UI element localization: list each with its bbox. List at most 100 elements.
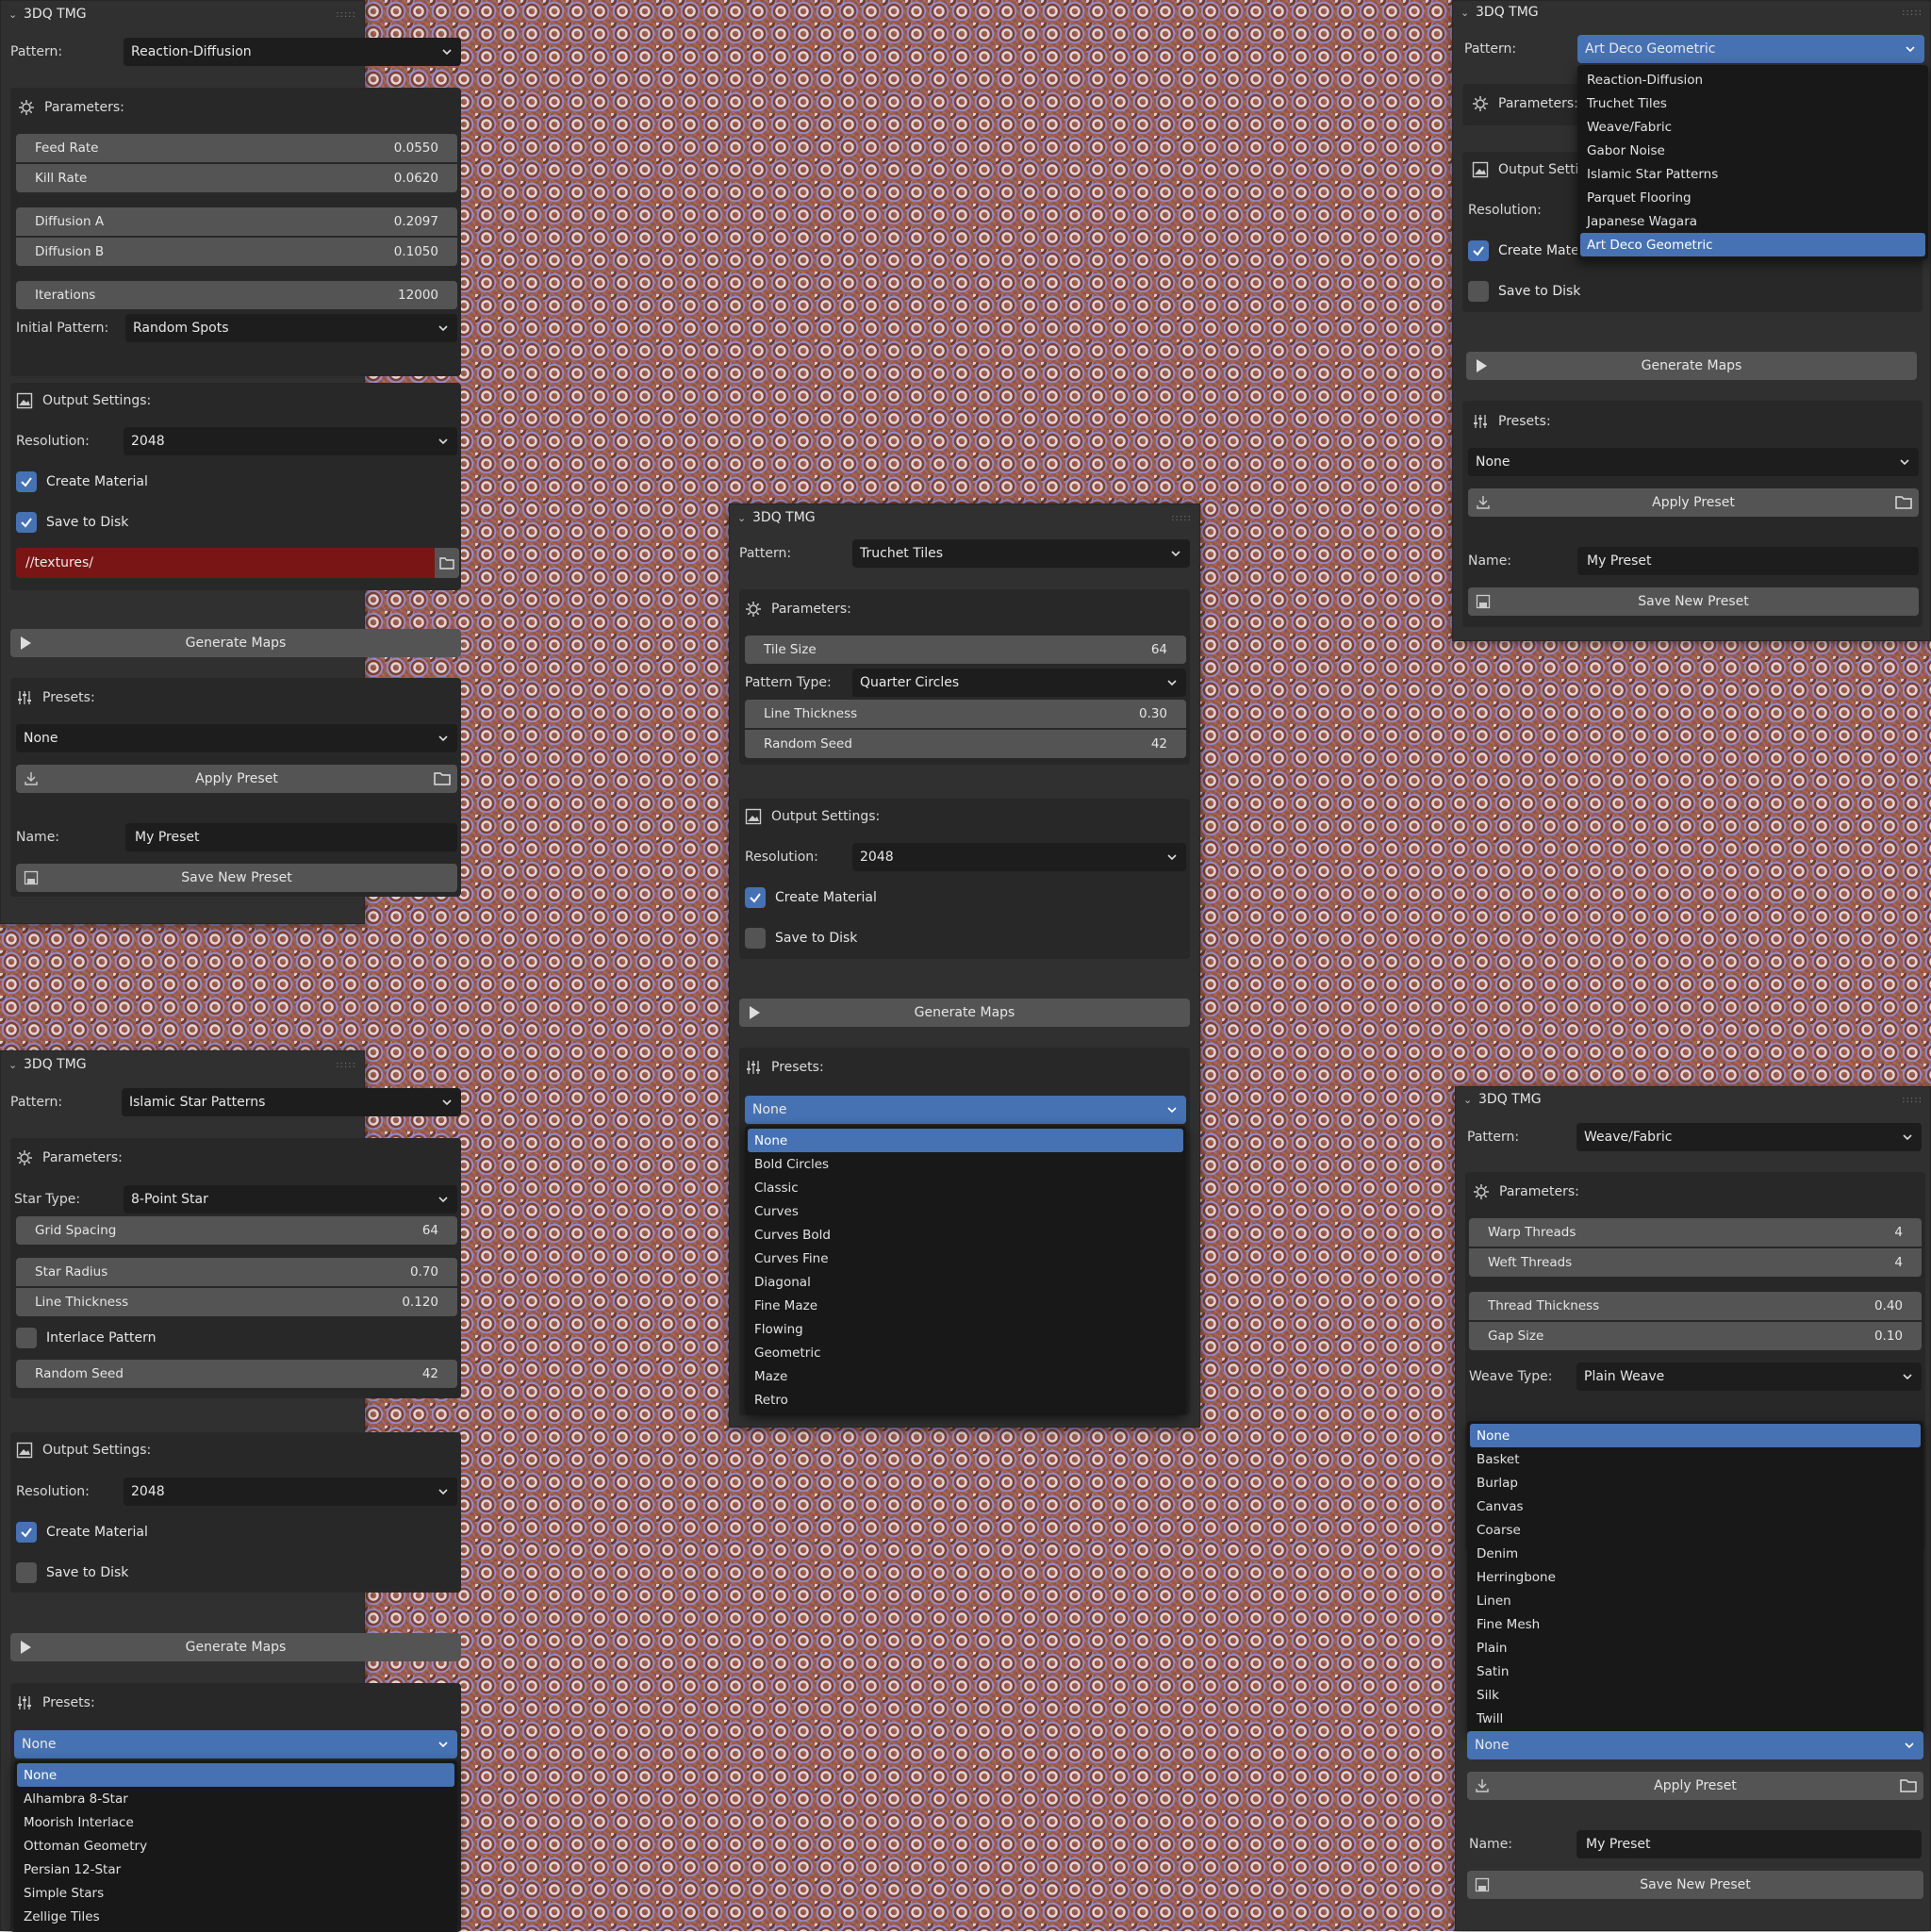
menu-item[interactable]: Maze — [748, 1364, 1183, 1388]
panel-header[interactable]: ⌄ 3DQ TMG ::::: — [1, 1051, 364, 1078]
star-type-dropdown[interactable]: 8-Point Star — [124, 1185, 457, 1214]
panel-header[interactable]: ⌄ 3DQ TMG ::::: — [1453, 1, 1930, 24]
menu-item[interactable]: Linen — [1470, 1589, 1921, 1612]
save-to-disk-checkbox[interactable]: Save to Disk — [1468, 281, 1580, 302]
menu-item[interactable]: Truchet Tiles — [1580, 91, 1925, 115]
drag-grip-icon[interactable]: ::::: — [1902, 8, 1923, 18]
gap-size-field[interactable]: Gap Size 0.10 — [1469, 1322, 1922, 1350]
save-new-preset-button[interactable]: Save New Preset — [16, 864, 457, 892]
chevron-down-icon[interactable]: ⌄ — [1463, 1094, 1478, 1106]
create-material-checkbox[interactable]: Create Material — [745, 887, 877, 908]
output-settings-header[interactable]: Output Settings: — [745, 808, 880, 825]
pattern-dropdown[interactable]: Truchet Tiles — [852, 539, 1190, 568]
resolution-dropdown[interactable]: 2048 — [852, 843, 1186, 871]
parameters-header[interactable]: Parameters: — [1473, 1183, 1579, 1200]
menu-item[interactable]: Coarse — [1470, 1518, 1921, 1542]
menu-item[interactable]: Reaction-Diffusion — [1580, 68, 1925, 91]
save-to-disk-checkbox[interactable]: Save to Disk — [745, 928, 857, 949]
save-to-disk-checkbox[interactable]: Save to Disk — [16, 512, 128, 533]
line-thickness-field[interactable]: Line Thickness 0.120 — [16, 1288, 457, 1316]
create-material-checkbox[interactable]: Create Material — [16, 1522, 148, 1543]
menu-item-selected[interactable]: None — [17, 1763, 454, 1787]
preset-dropdown[interactable]: None — [1468, 448, 1919, 476]
preset-name-input[interactable]: My Preset — [1577, 547, 1919, 575]
feed-rate-field[interactable]: Feed Rate 0.0550 — [16, 134, 457, 162]
thread-thickness-field[interactable]: Thread Thickness 0.40 — [1469, 1292, 1922, 1320]
menu-item[interactable]: Japanese Wagara — [1580, 209, 1925, 233]
interlace-pattern-checkbox[interactable]: Interlace Pattern — [16, 1328, 156, 1348]
menu-item[interactable]: Fine Mesh — [1470, 1612, 1921, 1636]
presets-header[interactable]: Presets: — [1472, 413, 1551, 430]
panel-header[interactable]: ⌄ 3DQ TMG ::::: — [730, 504, 1199, 531]
menu-item[interactable]: Herringbone — [1470, 1565, 1921, 1589]
output-settings-header[interactable]: Output Settings: — [16, 1442, 151, 1459]
chevron-down-icon[interactable]: ⌄ — [8, 1059, 24, 1071]
menu-item[interactable]: Silk — [1470, 1683, 1921, 1707]
menu-item[interactable]: Fine Maze — [748, 1294, 1183, 1317]
diffusion-b-field[interactable]: Diffusion B 0.1050 — [16, 238, 457, 266]
diffusion-a-field[interactable]: Diffusion A 0.2097 — [16, 207, 457, 236]
weave-type-dropdown[interactable]: Plain Weave — [1576, 1362, 1922, 1391]
menu-item[interactable]: Flowing — [748, 1317, 1183, 1341]
presets-header[interactable]: Presets: — [745, 1059, 824, 1076]
preset-dropdown[interactable]: None — [14, 1730, 457, 1759]
menu-item[interactable]: Denim — [1470, 1542, 1921, 1565]
initial-pattern-dropdown[interactable]: Random Spots — [125, 314, 457, 342]
drag-grip-icon[interactable]: ::::: — [1171, 513, 1192, 523]
save-to-disk-checkbox[interactable]: Save to Disk — [16, 1562, 128, 1583]
menu-item[interactable]: Classic — [748, 1176, 1183, 1199]
presets-header[interactable]: Presets: — [16, 689, 95, 706]
menu-item[interactable]: Twill — [1470, 1707, 1921, 1730]
grid-spacing-field[interactable]: Grid Spacing 64 — [16, 1216, 457, 1245]
folder-icon[interactable] — [1899, 1776, 1918, 1795]
menu-item[interactable]: Parquet Flooring — [1580, 186, 1925, 209]
star-radius-field[interactable]: Star Radius 0.70 — [16, 1258, 457, 1286]
chevron-down-icon[interactable]: ⌄ — [8, 8, 24, 21]
folder-icon[interactable] — [1894, 493, 1913, 512]
menu-item[interactable]: Plain — [1470, 1636, 1921, 1660]
apply-preset-button[interactable]: Apply Preset — [1467, 1772, 1923, 1800]
menu-item[interactable]: Ottoman Geometry — [17, 1834, 454, 1858]
menu-item[interactable]: Islamic Star Patterns — [1580, 162, 1925, 186]
drag-grip-icon[interactable]: ::::: — [336, 9, 356, 20]
presets-header[interactable]: Presets: — [16, 1694, 95, 1711]
kill-rate-field[interactable]: Kill Rate 0.0620 — [16, 164, 457, 192]
menu-item-selected[interactable]: Art Deco Geometric — [1580, 233, 1925, 256]
resolution-dropdown[interactable]: 2048 — [124, 427, 457, 455]
menu-item[interactable]: Gabor Noise — [1580, 139, 1925, 162]
menu-item[interactable]: Zellige Tiles — [17, 1905, 454, 1928]
menu-item[interactable]: Curves Bold — [748, 1223, 1183, 1247]
folder-icon[interactable] — [433, 769, 452, 788]
panel-header[interactable]: ⌄ 3DQ TMG ::::: — [1456, 1087, 1930, 1112]
menu-item[interactable]: Alhambra 8-Star — [17, 1787, 454, 1810]
generate-maps-button[interactable]: Generate Maps — [1466, 352, 1917, 380]
iterations-field[interactable]: Iterations 12000 — [16, 281, 457, 309]
random-seed-field[interactable]: Random Seed 42 — [16, 1360, 457, 1388]
menu-item[interactable]: Simple Stars — [17, 1881, 454, 1905]
chevron-down-icon[interactable]: ⌄ — [737, 512, 752, 524]
preset-dropdown[interactable]: None — [16, 724, 457, 752]
pattern-dropdown[interactable]: Reaction-Diffusion — [124, 38, 461, 66]
pattern-dropdown[interactable]: Weave/Fabric — [1576, 1123, 1922, 1151]
menu-item[interactable]: Moorish Interlace — [17, 1810, 454, 1834]
parameters-header[interactable]: Parameters: — [16, 1149, 123, 1166]
create-material-checkbox[interactable]: Create Materi — [1468, 240, 1588, 261]
warp-threads-field[interactable]: Warp Threads 4 — [1469, 1218, 1922, 1247]
folder-browse-button[interactable] — [435, 548, 459, 578]
menu-item[interactable]: Burlap — [1470, 1471, 1921, 1494]
pattern-type-dropdown[interactable]: Quarter Circles — [852, 669, 1186, 697]
menu-item[interactable]: Satin — [1470, 1660, 1921, 1683]
line-thickness-field[interactable]: Line Thickness 0.30 — [745, 700, 1186, 728]
output-path-input[interactable]: //textures/ — [16, 548, 435, 578]
drag-grip-icon[interactable]: ::::: — [1902, 1095, 1923, 1105]
preset-dropdown[interactable]: None — [745, 1096, 1186, 1124]
menu-item[interactable]: Bold Circles — [748, 1152, 1183, 1176]
save-new-preset-button[interactable]: Save New Preset — [1467, 1871, 1923, 1899]
weft-threads-field[interactable]: Weft Threads 4 — [1469, 1248, 1922, 1277]
parameters-header[interactable]: Parameters: — [745, 601, 851, 618]
menu-item[interactable]: Persian 12-Star — [17, 1858, 454, 1881]
drag-grip-icon[interactable]: ::::: — [336, 1060, 356, 1070]
parameters-header[interactable]: Parameters: — [1472, 95, 1578, 112]
preset-name-input[interactable]: My Preset — [125, 823, 457, 851]
menu-item[interactable]: Geometric — [748, 1341, 1183, 1364]
